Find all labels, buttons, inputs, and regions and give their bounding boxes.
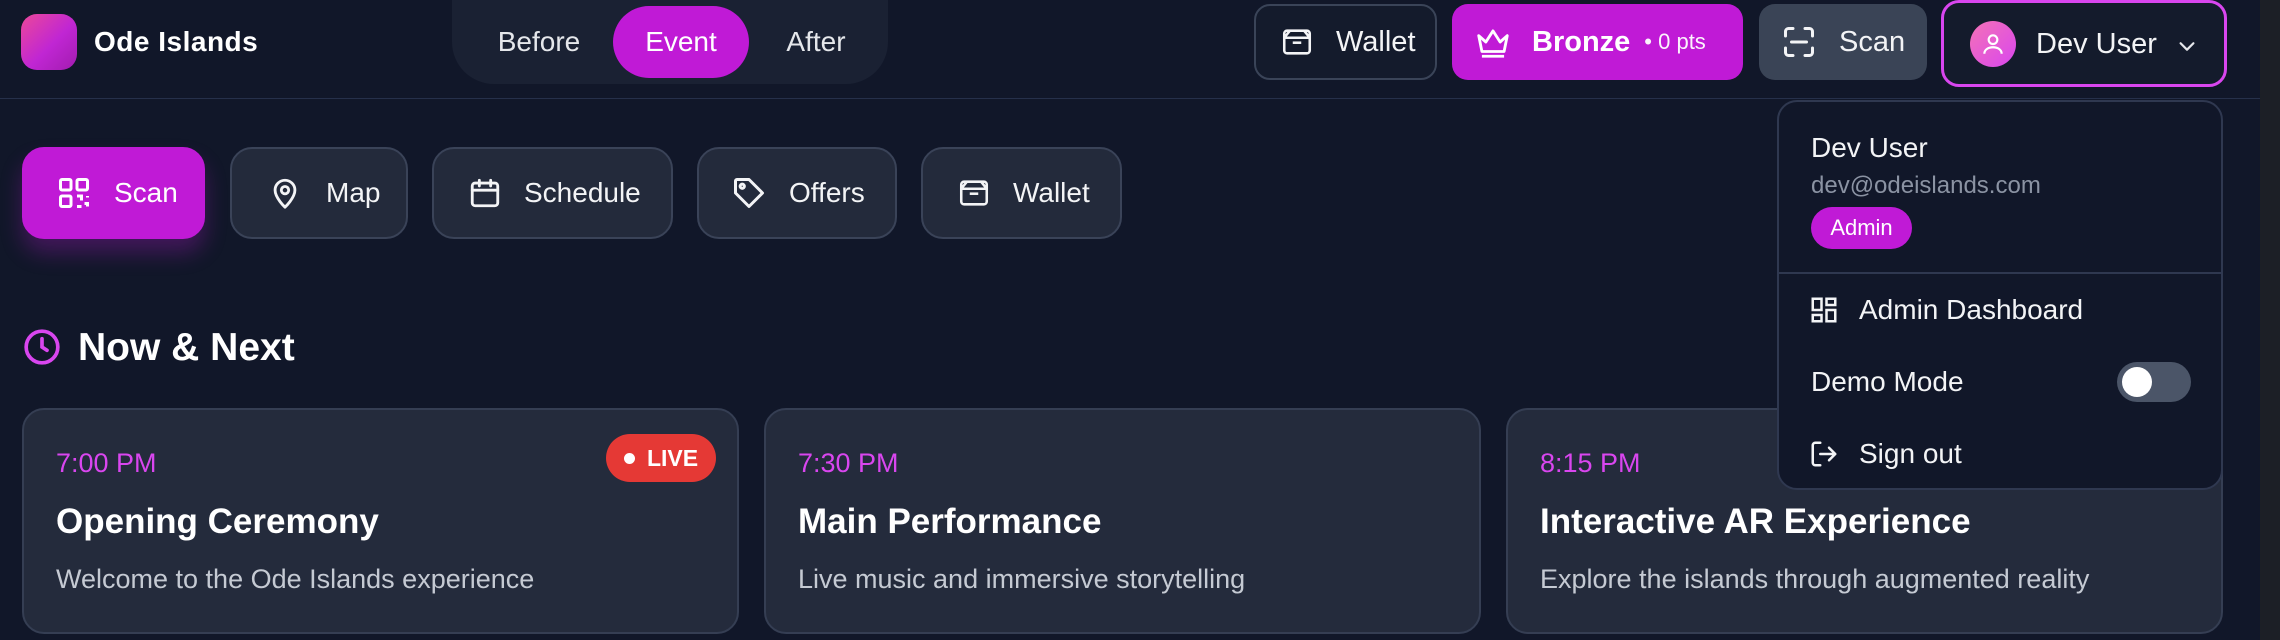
menu-item-demo-mode: Demo Mode <box>1779 350 2221 414</box>
event-time: 7:00 PM <box>56 448 157 478</box>
live-badge-label: LIVE <box>646 444 699 471</box>
clock-icon <box>24 329 60 365</box>
phase-tabs: Before Event After <box>452 0 888 84</box>
event-card[interactable]: 7:00 PM LIVE Opening Ceremony Welcome to… <box>22 408 739 634</box>
map-pin-icon <box>273 178 297 209</box>
event-card[interactable]: 7:30 PM Main Performance Live music and … <box>764 408 1481 634</box>
quick-action-map[interactable]: Map <box>230 147 408 239</box>
user-menu-dropdown: Dev User dev@odeislands.com Admin Admin … <box>1777 100 2223 490</box>
quick-action-scan[interactable]: Scan <box>22 147 205 239</box>
wallet-icon <box>1282 29 1312 55</box>
event-title: Main Performance <box>798 502 1102 541</box>
quick-action-wallet[interactable]: Wallet <box>921 147 1122 239</box>
menu-item-label: Demo Mode <box>1811 366 1964 397</box>
toggle-knob <box>2122 367 2152 397</box>
event-title: Interactive AR Experience <box>1540 502 1971 541</box>
event-title: Opening Ceremony <box>56 502 379 541</box>
event-description: Live music and immersive storytelling <box>798 564 1246 594</box>
dashboard-icon <box>1811 297 1837 323</box>
qr-code-icon <box>59 178 89 208</box>
avatar <box>1970 21 2016 67</box>
event-description: Explore the islands through augmented re… <box>1540 564 2090 594</box>
scan-header-label: Scan <box>1839 25 1906 58</box>
quick-action-wallet-label: Wallet <box>1013 177 1090 208</box>
wallet-icon <box>959 180 989 206</box>
quick-action-offers[interactable]: Offers <box>697 147 897 239</box>
quick-action-offers-label: Offers <box>789 177 865 208</box>
event-description: Welcome to the Ode Islands experience <box>56 564 535 594</box>
role-badge: Admin <box>1811 207 1912 249</box>
user-icon <box>1983 34 2003 54</box>
quick-action-schedule[interactable]: Schedule <box>432 147 673 239</box>
scan-header-button[interactable]: Scan <box>1759 4 1927 80</box>
tab-before[interactable]: Before <box>476 6 602 78</box>
quick-action-schedule-label: Schedule <box>524 177 641 208</box>
tier-points-button[interactable]: Bronze • 0 pts <box>1452 4 1743 80</box>
tag-icon <box>734 178 764 208</box>
section-title-now-next: Now & Next <box>78 326 295 369</box>
points-label: • 0 pts <box>1644 29 1706 54</box>
top-header: Ode Islands Before Event After Wallet Br… <box>0 0 2260 99</box>
wallet-button[interactable]: Wallet <box>1254 4 1437 80</box>
live-badge: LIVE <box>606 434 716 482</box>
app-name: Ode Islands <box>94 26 259 57</box>
crown-icon <box>1477 29 1509 58</box>
tier-label: Bronze <box>1532 25 1631 58</box>
wallet-button-label: Wallet <box>1336 25 1416 58</box>
menu-divider <box>1779 272 2221 274</box>
menu-user-name: Dev User <box>1811 132 1928 163</box>
user-menu-button[interactable]: Dev User <box>1941 0 2227 87</box>
calendar-icon <box>470 178 500 208</box>
window-edge <box>2260 0 2280 640</box>
menu-item-admin-dashboard[interactable]: Admin Dashboard <box>1779 278 2221 342</box>
event-time: 7:30 PM <box>798 448 899 478</box>
app-logo[interactable] <box>21 14 77 70</box>
menu-item-label: Sign out <box>1859 438 1962 469</box>
scan-icon <box>1784 27 1814 57</box>
menu-user-email: dev@odeislands.com <box>1811 172 2041 199</box>
menu-item-label: Admin Dashboard <box>1859 294 2084 325</box>
tab-after[interactable]: After <box>760 6 872 78</box>
quick-action-scan-label: Scan <box>114 177 178 208</box>
user-name: Dev User <box>2036 28 2157 60</box>
demo-mode-toggle[interactable] <box>2117 362 2191 402</box>
tab-event[interactable]: Event <box>613 6 749 78</box>
chevron-down-icon <box>2179 42 2195 51</box>
quick-action-map-label: Map <box>326 177 381 208</box>
event-time: 8:15 PM <box>1540 448 1641 478</box>
sign-out-icon <box>1811 441 1837 467</box>
menu-item-sign-out[interactable]: Sign out <box>1779 422 2221 486</box>
live-dot-icon <box>623 452 635 464</box>
